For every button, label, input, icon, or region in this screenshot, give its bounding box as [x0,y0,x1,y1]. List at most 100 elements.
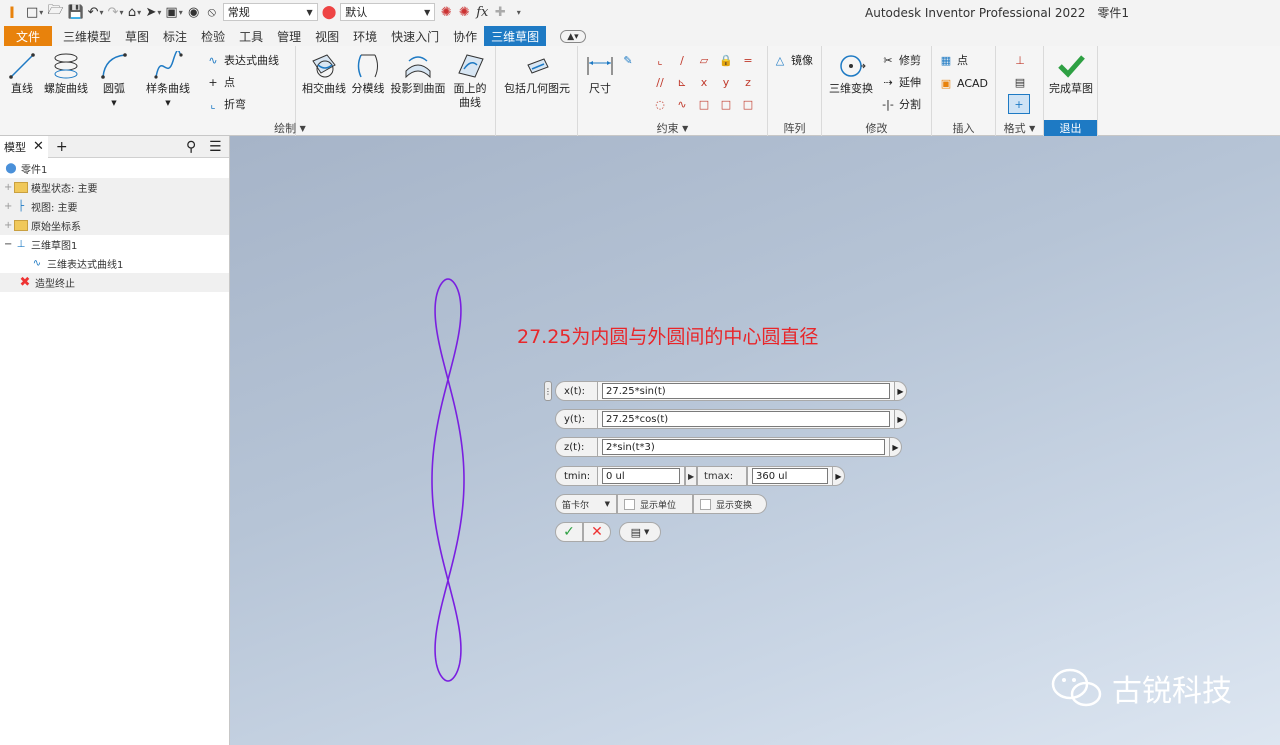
tmax-expand-icon[interactable]: ▶ [833,466,845,486]
new-file-icon[interactable]: □ ▾ [24,2,45,22]
tab-view[interactable]: 视图 [308,26,346,46]
add-tab-icon[interactable]: + [56,139,68,155]
insert-point-button[interactable]: ▦ 点 [938,51,968,69]
parallel-view-icon[interactable]: ▱ [696,52,712,68]
appearance-combo[interactable]: 默认 ▼ [340,3,436,21]
undo-icon[interactable]: ↶ ▾ [86,2,106,22]
panel-format-title[interactable]: 格式 ▼ [996,120,1043,136]
x-input[interactable]: 27.25*sin(t) [602,383,890,399]
collinear-icon[interactable]: ∕ [674,52,690,68]
dimension-button[interactable]: 尺寸 [582,50,618,96]
tab-get-started[interactable]: 快速入门 [384,26,446,46]
ok-button[interactable]: ✓ [555,522,583,542]
finish-sketch-button[interactable]: 完成草图 [1046,50,1096,96]
save-icon[interactable]: 💾 [65,2,85,22]
equal-icon[interactable]: = [740,52,756,68]
cancel-button[interactable]: ✕ [583,522,611,542]
parallel-icon[interactable]: ∕∕ [652,74,668,90]
parallel-y-icon[interactable]: y [718,74,734,90]
material-icon[interactable]: ◉ [185,2,203,22]
appearance-icon[interactable]: ⦸ [203,2,221,22]
tmin-expand-icon[interactable]: ▶ [685,466,697,486]
browser-tab-model[interactable]: 模型 ✕ [0,135,48,158]
clear-appearance-icon[interactable]: ✺ [455,2,473,22]
close-icon[interactable]: ✕ [33,139,44,154]
xz-plane-icon[interactable]: □ [740,96,756,112]
include-geometry-button[interactable]: 包括几何图元 [500,50,574,96]
spline-button[interactable]: 样条曲线 ▼ [142,50,194,110]
tab-3d-model[interactable]: 三维模型 [56,26,118,46]
tree-item-origin[interactable]: + 原始坐标系 [0,216,229,235]
z-expand-icon[interactable]: ▶ [890,437,902,457]
coincident-icon[interactable]: ⌞ [652,52,668,68]
options-menu-button[interactable]: ▤ ▼ [619,522,661,542]
arc-button[interactable]: 圆弧 ▼ [96,50,132,110]
tab-manage[interactable]: 管理 [270,26,308,46]
expand-icon[interactable]: + [4,201,14,212]
show-format-icon[interactable]: ▤ [1012,74,1028,90]
tree-item-model-state[interactable]: + 模型状态: 主要 [0,178,229,197]
menu-icon[interactable]: ☰ [209,139,222,155]
redo-icon[interactable]: ↷ ▾ [106,2,126,22]
collapse-icon[interactable]: − [4,239,14,250]
home-icon[interactable]: ⌂ ▾ [125,2,143,22]
coordinate-system-dropdown[interactable]: 笛卡尔 ▼ [555,494,617,514]
silhouette-curve-button[interactable]: 分模线 [348,50,388,96]
tab-inspect[interactable]: 检验 [194,26,232,46]
tree-item-end-of-part[interactable]: ✖ 造型终止 [0,273,229,292]
centerline-icon[interactable]: + [1008,94,1030,114]
helix-button[interactable]: 螺旋曲线 [40,50,92,96]
plus-icon[interactable]: ✚ [491,2,509,22]
ribbon-minimize-icon[interactable]: ▲▾ [560,30,586,43]
show-transform-checkbox[interactable]: 显示变换 [693,494,767,514]
extend-button[interactable]: ⇢ 延伸 [880,73,921,91]
y-input[interactable]: 27.25*cos(t) [602,411,890,427]
material-combo[interactable]: 常规 ▼ [222,3,318,21]
customize-icon[interactable]: ▾ [509,2,527,22]
x-expand-icon[interactable]: ▶ [895,381,907,401]
tab-collaborate[interactable]: 协作 [446,26,484,46]
tree-item-part[interactable]: ⬤ 零件1 [0,159,229,178]
tmax-input[interactable]: 360 ul [752,468,828,484]
3d-transform-button[interactable]: 三维变换 [826,50,876,96]
inventor-logo-icon[interactable]: I [0,0,24,24]
trim-button[interactable]: ✂ 修剪 [880,51,921,69]
construction-icon[interactable]: ⊥ [1012,52,1028,68]
grip-handle[interactable]: ⋮ [544,381,552,401]
line-button[interactable]: 直线 [4,50,40,96]
smooth-icon[interactable]: ∿ [674,96,690,112]
project-to-surface-button[interactable]: 投影到曲面 [388,50,448,96]
intersection-curve-button[interactable]: 相交曲线 [300,50,348,96]
panel-constrain-title[interactable]: 约束 ▼ [578,120,767,136]
select-icon[interactable]: ➤ ▾ [143,2,163,22]
open-icon[interactable]: 🗁 [45,2,65,22]
tree-item-view[interactable]: + ├ 视图: 主要 [0,197,229,216]
tab-environments[interactable]: 环境 [346,26,384,46]
graphics-viewport[interactable]: 27.25为内圆与外圆间的中心圆直径 ⋮ x(t): 27.25*sin(t) … [230,136,1280,745]
tab-tools[interactable]: 工具 [232,26,270,46]
adjust-appearance-icon[interactable]: ✺ [437,2,455,22]
tab-sketch[interactable]: 草图 [118,26,156,46]
tree-item-3d-sketch[interactable]: − ⊥ 三维草图1 [0,235,229,254]
tab-3d-sketch[interactable]: 三维草图 [484,26,547,46]
bend-button[interactable]: ⌞ 折弯 [205,95,246,113]
color-wheel-icon[interactable]: ⬤ [320,2,339,22]
show-units-checkbox[interactable]: 显示单位 [617,494,693,514]
auto-dimension-icon[interactable]: ✎ [620,52,636,68]
point-button[interactable]: + 点 [205,73,235,91]
perpendicular-icon[interactable]: ⊾ [674,74,690,90]
tab-file[interactable]: 文件 [4,26,53,46]
yz-plane-icon[interactable]: □ [718,96,734,112]
equation-curve-button[interactable]: ∿ 表达式曲线 [205,51,279,69]
tree-item-equation-curve[interactable]: ∿ 三维表达式曲线1 [0,254,229,273]
mirror-button[interactable]: △ 镜像 [772,51,813,69]
expand-icon[interactable]: + [4,220,14,231]
parallel-x-icon[interactable]: x [696,74,712,90]
tmin-input[interactable]: 0 ul [602,468,680,484]
curve-on-face-button[interactable]: 面上的 曲线 [448,50,492,110]
measure-icon[interactable]: ▣ ▾ [163,2,184,22]
xy-plane-icon[interactable]: □ [696,96,712,112]
expand-icon[interactable]: + [4,182,14,193]
fx-icon[interactable]: fx [473,2,491,22]
search-icon[interactable]: ⚲ [186,139,196,155]
